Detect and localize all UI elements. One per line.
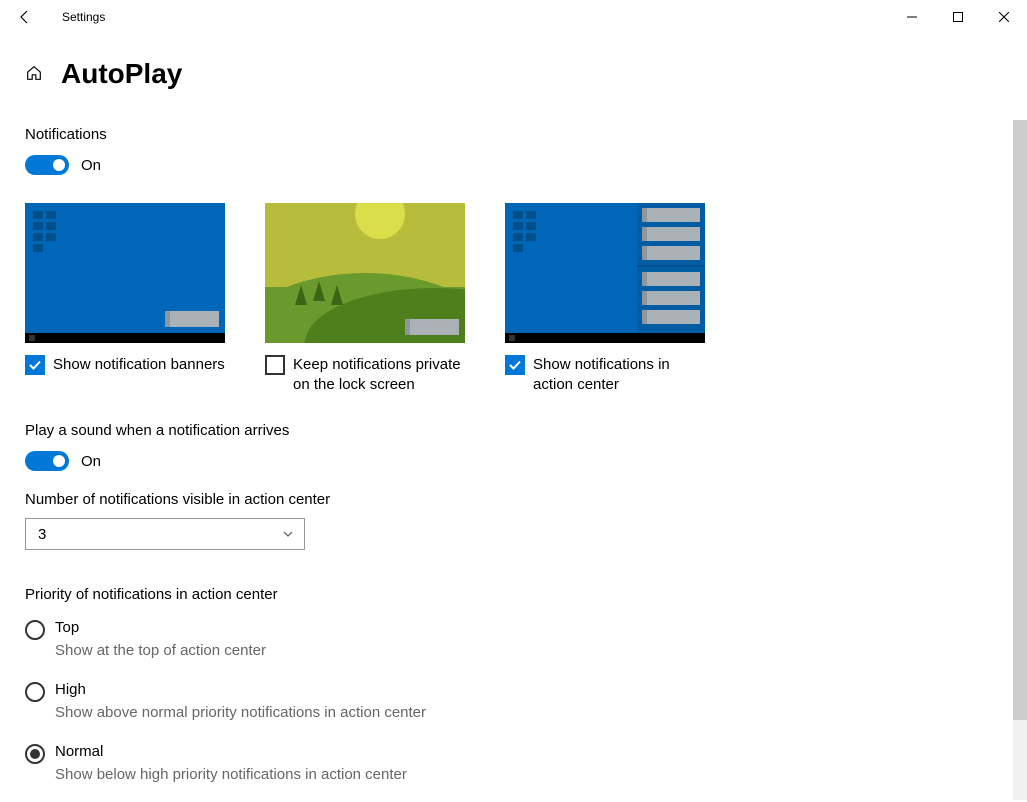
back-button[interactable] <box>0 0 50 34</box>
maximize-icon <box>953 12 963 22</box>
notifications-toggle-row: On <box>25 155 1002 175</box>
page-title: AutoPlay <box>61 58 182 90</box>
window-title: Settings <box>62 10 105 24</box>
preview-lock-image <box>265 203 465 343</box>
checkbox-lock-row[interactable]: Keep notifications private on the lock s… <box>265 355 465 394</box>
chevron-down-icon <box>282 528 294 540</box>
scrollbar[interactable] <box>1013 120 1027 800</box>
checkbox-banners-label: Show notification banners <box>53 355 225 375</box>
radio-top[interactable]: Top Show at the top of action center <box>25 619 1002 659</box>
arrow-left-icon <box>17 9 33 25</box>
notifications-toggle[interactable] <box>25 155 69 175</box>
close-button[interactable] <box>981 0 1027 34</box>
maximize-button[interactable] <box>935 0 981 34</box>
radio-normal[interactable]: Normal Show below high priority notifica… <box>25 743 1002 783</box>
window-controls <box>889 0 1027 34</box>
sound-toggle-row: On <box>25 451 1002 471</box>
visible-count-value: 3 <box>38 526 46 543</box>
radio-high-desc: Show above normal priority notifications… <box>55 704 426 721</box>
visible-count-label: Number of notifications visible in actio… <box>25 491 1002 508</box>
content-area: Notifications On <box>0 90 1027 790</box>
radio-normal-control[interactable] <box>25 744 45 764</box>
notifications-label: Notifications <box>25 126 1002 143</box>
priority-label: Priority of notifications in action cent… <box>25 586 1002 603</box>
sound-toggle[interactable] <box>25 451 69 471</box>
checkbox-lock[interactable] <box>265 355 285 375</box>
minimize-button[interactable] <box>889 0 935 34</box>
page-header: AutoPlay <box>0 34 1027 90</box>
checkbox-action-center-row[interactable]: Show notifications in action center <box>505 355 705 394</box>
radio-normal-desc: Show below high priority notifications i… <box>55 766 407 783</box>
preview-action-center: Show notifications in action center <box>505 203 705 394</box>
titlebar: Settings <box>0 0 1027 34</box>
checkbox-action-center-label: Show notifications in action center <box>533 355 705 394</box>
sound-toggle-state: On <box>81 453 101 470</box>
preview-lock: Keep notifications private on the lock s… <box>265 203 465 394</box>
toggle-knob <box>53 455 65 467</box>
toggle-knob <box>53 159 65 171</box>
radio-top-label: Top <box>55 619 266 636</box>
check-icon <box>28 358 42 372</box>
preview-banners-image <box>25 203 225 343</box>
sound-label: Play a sound when a notification arrives <box>25 422 1002 439</box>
home-icon[interactable] <box>25 64 43 85</box>
checkbox-banners-row[interactable]: Show notification banners <box>25 355 225 375</box>
radio-top-desc: Show at the top of action center <box>55 642 266 659</box>
minimize-icon <box>907 12 917 22</box>
close-icon <box>999 12 1009 22</box>
radio-high-label: High <box>55 681 426 698</box>
check-icon <box>508 358 522 372</box>
radio-normal-label: Normal <box>55 743 407 760</box>
checkbox-lock-label: Keep notifications private on the lock s… <box>293 355 465 394</box>
preview-action-center-image <box>505 203 705 343</box>
checkbox-banners[interactable] <box>25 355 45 375</box>
notifications-toggle-state: On <box>81 157 101 174</box>
checkbox-action-center[interactable] <box>505 355 525 375</box>
radio-high-control[interactable] <box>25 682 45 702</box>
scrollbar-thumb[interactable] <box>1013 120 1027 720</box>
preview-banners: Show notification banners <box>25 203 225 394</box>
radio-high[interactable]: High Show above normal priority notifica… <box>25 681 1002 721</box>
radio-top-control[interactable] <box>25 620 45 640</box>
preview-row: Show notification banners <box>25 203 1002 394</box>
visible-count-dropdown[interactable]: 3 <box>25 518 305 550</box>
